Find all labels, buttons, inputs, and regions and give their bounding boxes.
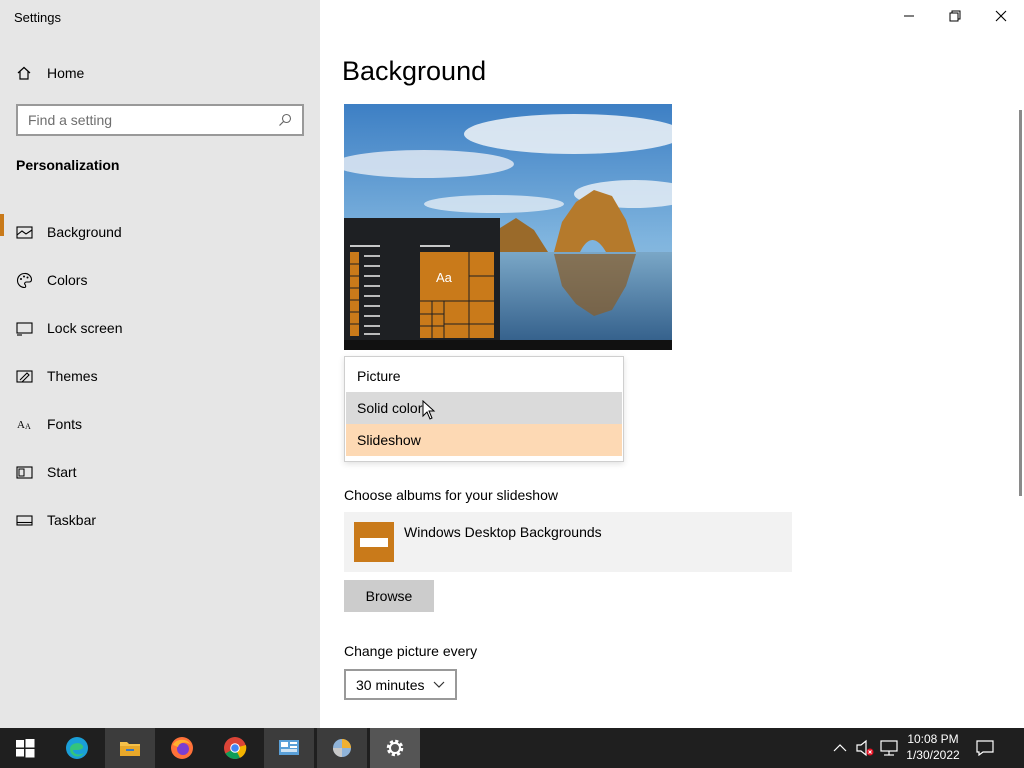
sidebar-item-start[interactable]: Start: [0, 448, 320, 496]
mouse-cursor-icon: [422, 400, 436, 420]
taskbar: 10:08 PM 1/30/2022: [0, 728, 1024, 768]
change-interval-value: 30 minutes: [356, 676, 425, 693]
network-button[interactable]: [878, 728, 900, 768]
edge-icon: [66, 737, 88, 759]
firefox-icon: [171, 737, 193, 759]
sidebar-item-taskbar[interactable]: Taskbar: [0, 496, 320, 544]
file-explorer-icon: [120, 742, 140, 756]
sidebar-item-label: Background: [47, 224, 122, 240]
show-hidden-icons-button[interactable]: [832, 728, 848, 768]
palette-icon: [16, 272, 33, 288]
sidebar-item-colors[interactable]: Colors: [0, 256, 320, 304]
album-folder-icon: [354, 522, 394, 562]
search-placeholder: Find a setting: [28, 112, 113, 128]
clock-time: 10:08 PM: [907, 732, 959, 746]
option-solid-color[interactable]: Solid color: [346, 392, 622, 424]
sidebar-item-fonts[interactable]: AA Fonts: [0, 400, 320, 448]
volume-button[interactable]: [854, 728, 876, 768]
scrollbar[interactable]: [1019, 110, 1022, 496]
search-icon: [279, 113, 292, 126]
sidebar-item-themes[interactable]: Themes: [0, 352, 320, 400]
sidebar: Settings Home Find a setting Personaliza…: [0, 0, 320, 728]
start-button[interactable]: [0, 728, 50, 768]
restore-button[interactable]: [932, 0, 978, 32]
chevron-down-icon: [433, 681, 445, 688]
taskbar-icon: [16, 514, 33, 526]
browse-button[interactable]: Browse: [344, 580, 434, 612]
search-input[interactable]: Find a setting: [16, 104, 304, 136]
close-button[interactable]: [978, 0, 1024, 32]
taskbar-edge[interactable]: [52, 728, 102, 768]
volume-muted-icon: [856, 739, 874, 757]
sidebar-item-label: Fonts: [47, 416, 83, 432]
sidebar-home[interactable]: Home: [16, 62, 84, 84]
taskbar-chrome[interactable]: [210, 728, 260, 768]
control-panel-icon: [279, 740, 299, 755]
home-label: Home: [47, 65, 85, 81]
restore-icon: [949, 10, 961, 22]
option-slideshow[interactable]: Slideshow: [346, 424, 622, 456]
minimize-button[interactable]: [886, 0, 932, 32]
album-item[interactable]: Windows Desktop Backgrounds: [344, 512, 792, 572]
notification-icon: [976, 740, 994, 756]
unknown-app-icon: [333, 739, 351, 757]
sidebar-item-lock-screen[interactable]: Lock screen: [0, 304, 320, 352]
taskbar-firefox[interactable]: [157, 728, 207, 768]
sidebar-item-label: Lock screen: [47, 320, 123, 336]
settings-icon: [386, 739, 404, 757]
option-picture[interactable]: Picture: [346, 360, 622, 392]
sidebar-item-label: Taskbar: [47, 512, 97, 528]
picture-icon: [16, 225, 33, 239]
lock-screen-icon: [16, 321, 33, 336]
taskbar-clock[interactable]: 10:08 PM 1/30/2022: [900, 731, 966, 763]
preview-image: [344, 104, 672, 350]
clock-date: 1/30/2022: [906, 748, 960, 762]
themes-icon: [16, 369, 33, 383]
action-center-button[interactable]: [972, 728, 998, 768]
album-name: Windows Desktop Backgrounds: [404, 524, 602, 540]
sidebar-item-label: Start: [47, 464, 77, 480]
chrome-icon: [224, 737, 247, 759]
svg-text:A: A: [25, 422, 31, 431]
background-type-dropdown[interactable]: Picture Solid color Slideshow: [344, 356, 624, 462]
section-title: Personalization: [16, 157, 120, 173]
taskbar-control-panel[interactable]: [264, 728, 314, 768]
sidebar-nav: Background Colors Lock screen Themes AA …: [0, 208, 320, 544]
taskbar-app[interactable]: [317, 728, 367, 768]
home-icon: [17, 66, 31, 80]
network-icon: [880, 740, 898, 756]
window-title: Settings: [14, 10, 61, 25]
taskbar-settings[interactable]: [370, 728, 420, 768]
page-title: Background: [342, 56, 487, 86]
sidebar-item-label: Colors: [47, 272, 88, 288]
close-icon: [995, 10, 1007, 22]
windows-start-icon: [16, 739, 35, 758]
start-icon: [16, 465, 33, 479]
minimize-icon: [904, 15, 914, 17]
chevron-up-icon: [833, 744, 847, 752]
background-preview: Aa: [344, 104, 672, 350]
sidebar-item-background[interactable]: Background: [0, 208, 320, 256]
change-picture-label: Change picture every: [344, 643, 478, 659]
change-interval-select[interactable]: 30 minutes: [344, 669, 457, 700]
taskbar-file-explorer[interactable]: [105, 728, 155, 768]
svg-text:A: A: [17, 419, 25, 431]
albums-label: Choose albums for your slideshow: [344, 487, 558, 503]
fonts-icon: AA: [17, 419, 31, 431]
sidebar-item-label: Themes: [47, 368, 98, 384]
preview-sample-text: Aa: [436, 270, 452, 285]
